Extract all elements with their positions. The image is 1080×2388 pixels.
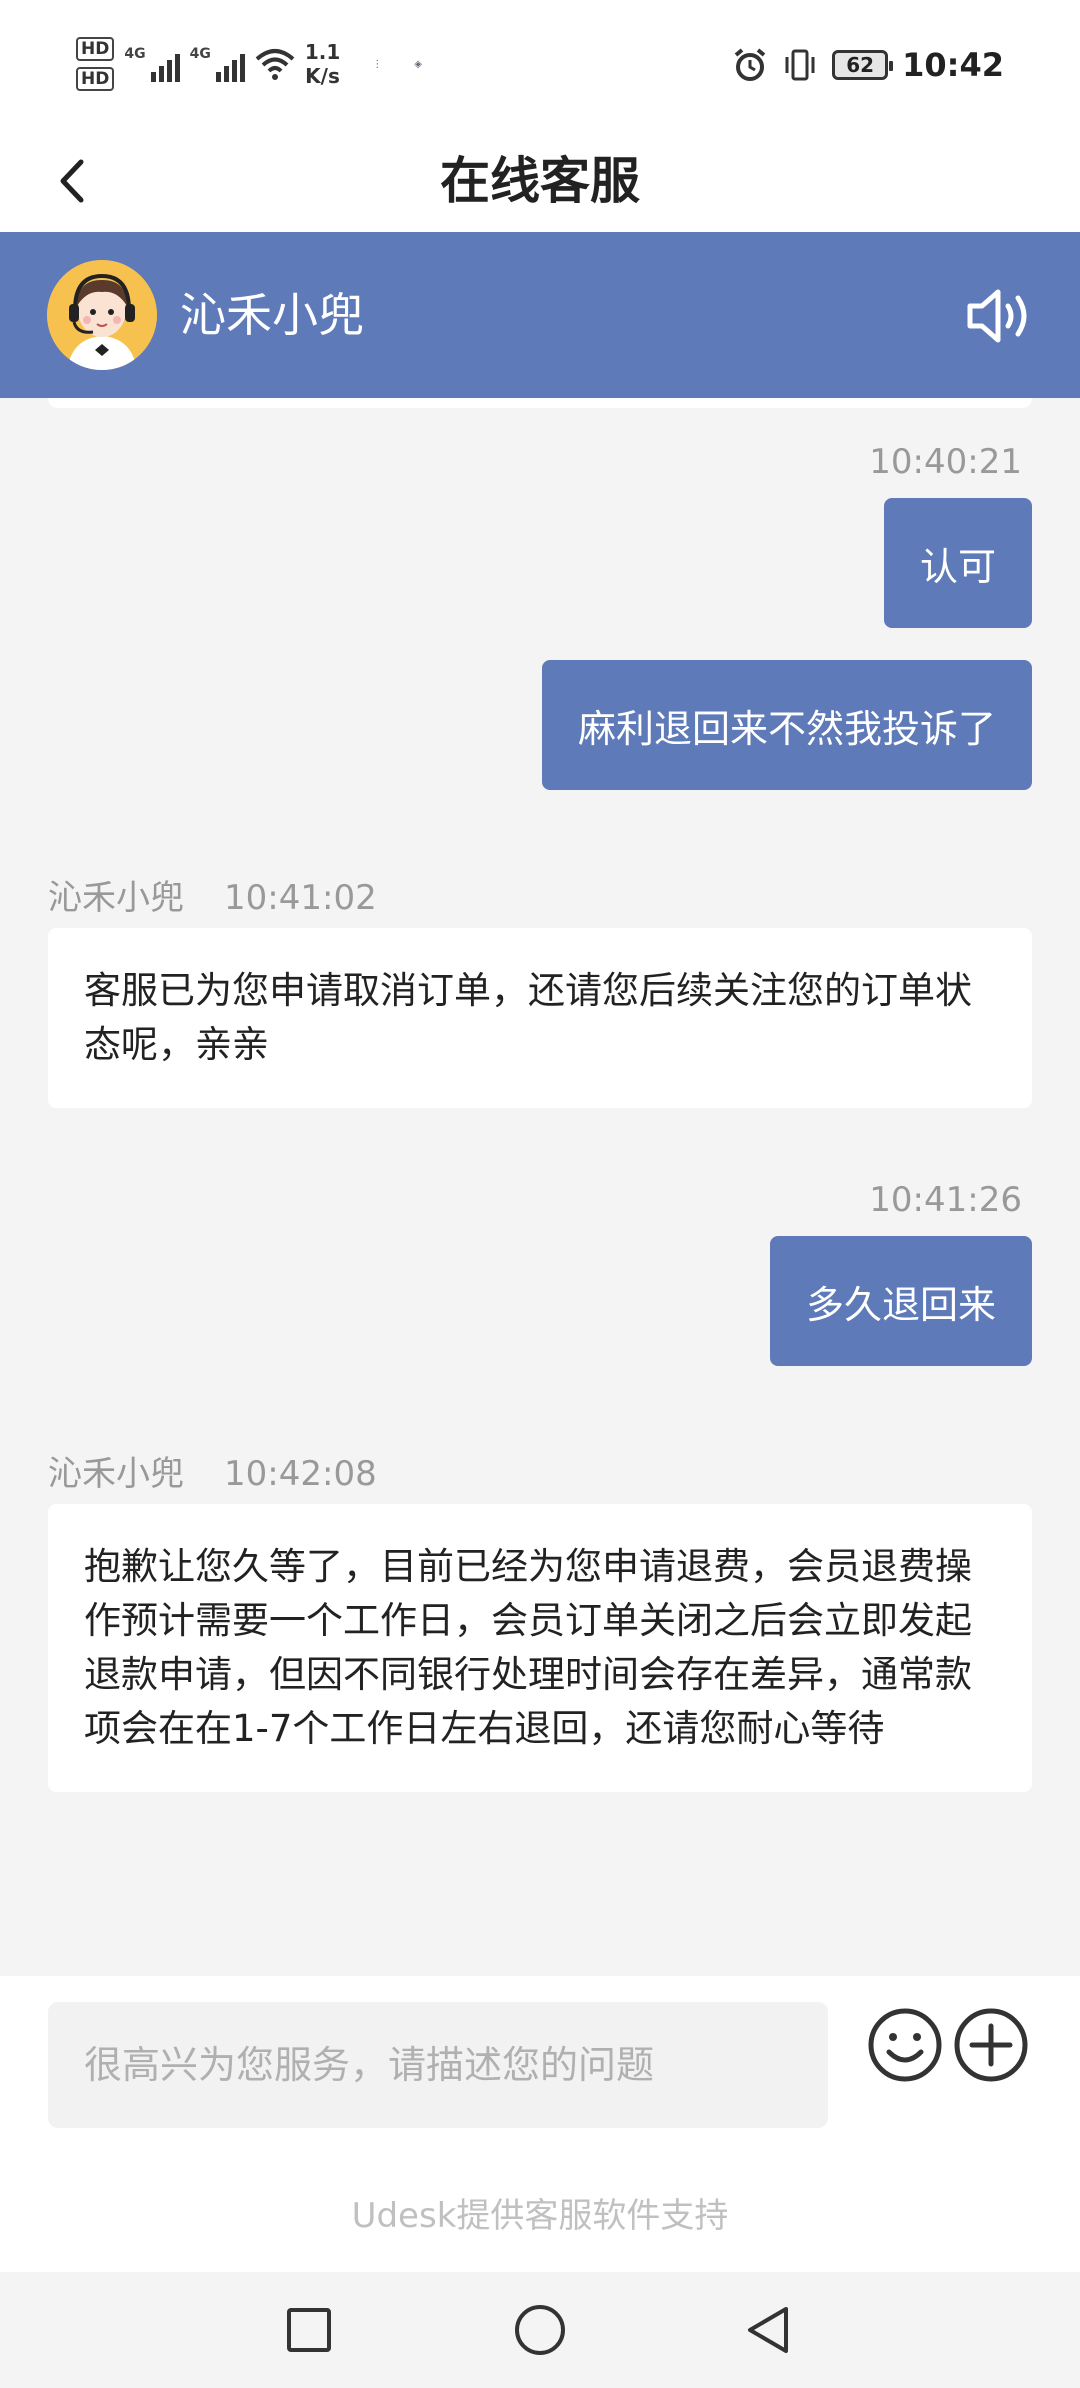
message-timestamp: 10:40:21 — [869, 442, 1022, 482]
network-speed: 1.1 K/s — [305, 40, 340, 88]
page-title: 在线客服 — [440, 152, 640, 210]
signal-2-icon: 4G — [190, 46, 245, 82]
plus-circle-icon — [954, 2008, 1028, 2082]
triangle-back-icon — [748, 2307, 788, 2353]
message-timestamp: 10:41:02 — [224, 878, 377, 918]
message-meta: 沁禾小兜 10:41:02 — [48, 870, 417, 919]
emoji-icon — [868, 2008, 942, 2082]
back-nav-button[interactable] — [732, 2294, 804, 2366]
outgoing-message-bubble[interactable]: 认可 — [883, 498, 1032, 628]
app-notification-icon-2: ◈ — [414, 58, 422, 70]
outgoing-message-bubble[interactable]: 多久退回来 — [769, 1236, 1032, 1366]
sender-name: 沁禾小兜 — [48, 878, 184, 918]
title-bar: 在线客服 — [0, 130, 1080, 232]
agent-header: 沁禾小兜 — [0, 232, 1080, 398]
system-nav-bar — [0, 2272, 1080, 2388]
incoming-message-bubble[interactable]: 客服已为您申请取消订单，还请您后续关注您的订单状态呢，亲亲 — [48, 928, 1032, 1108]
sim1-hd-badge: HD — [76, 37, 115, 61]
speed-value: 1.1 — [304, 40, 341, 64]
agent-name: 沁禾小兜 — [180, 288, 364, 342]
chat-message-list[interactable]: 10:40:21 认可 麻利退回来不然我投诉了 沁禾小兜 10:41:02 客服已… — [0, 398, 1080, 1976]
message-text: 客服已为您申请取消订单，还请您后续关注您的订单状态呢，亲亲 — [84, 969, 972, 1066]
sim2-hd-badge: HD — [76, 67, 115, 91]
status-clock: 10:42 — [902, 46, 1004, 84]
status-right: 62 10:42 — [732, 40, 1004, 90]
circle-icon — [515, 2305, 565, 2355]
message-text: 麻利退回来不然我投诉了 — [577, 706, 996, 751]
incoming-message-bubble[interactable]: 抱歉让您久等了，目前已经为您申请退费，会员退费操作预计需要一个工作日，会员订单关… — [48, 1504, 1032, 1792]
message-timestamp: 10:42:08 — [224, 1454, 377, 1494]
signal-1-icon: 4G — [124, 46, 180, 82]
app-notification-icon: ⋮ — [372, 58, 383, 70]
network-1-label: 4G — [124, 46, 146, 62]
message-timestamp: 10:41:26 — [869, 1180, 1022, 1220]
status-left: HD HD 4G 4G 1.1 K/s ⋮ ◈ — [76, 34, 422, 94]
home-button[interactable] — [504, 2294, 576, 2366]
battery-indicator: 62 — [832, 50, 894, 80]
wifi-icon — [255, 49, 295, 80]
sender-name: 沁禾小兜 — [48, 1454, 184, 1494]
emoji-button[interactable] — [866, 2006, 944, 2084]
message-meta: 沁禾小兜 10:42:08 — [48, 1446, 417, 1495]
network-2-label: 4G — [189, 46, 211, 62]
message-text: 认可 — [919, 544, 996, 589]
recent-apps-button[interactable] — [273, 2294, 345, 2366]
customer-service-avatar-icon — [47, 260, 157, 370]
more-options-button[interactable] — [952, 2006, 1030, 2084]
vibrate-icon — [785, 49, 815, 81]
sim-indicators: HD HD — [76, 37, 115, 91]
message-input[interactable] — [48, 2002, 828, 2128]
powered-by-text: Udesk提供客服软件支持 — [351, 2196, 729, 2236]
square-icon — [287, 2308, 331, 2352]
speaker-toggle-button[interactable] — [964, 280, 1036, 352]
message-text: 多久退回来 — [805, 1282, 996, 1327]
input-area: Udesk提供客服软件支持 — [0, 1976, 1080, 2272]
previous-message-edge — [48, 398, 1032, 408]
speed-unit: K/s — [305, 64, 340, 88]
agent-avatar — [47, 260, 157, 370]
status-bar: HD HD 4G 4G 1.1 K/s ⋮ ◈ 62 10:42 — [0, 0, 1080, 130]
message-text: 抱歉让您久等了，目前已经为您申请退费，会员退费操作预计需要一个工作日，会员订单关… — [84, 1545, 972, 1750]
speaker-icon — [967, 289, 1027, 343]
alarm-icon — [734, 48, 766, 81]
outgoing-message-bubble[interactable]: 麻利退回来不然我投诉了 — [541, 660, 1032, 790]
